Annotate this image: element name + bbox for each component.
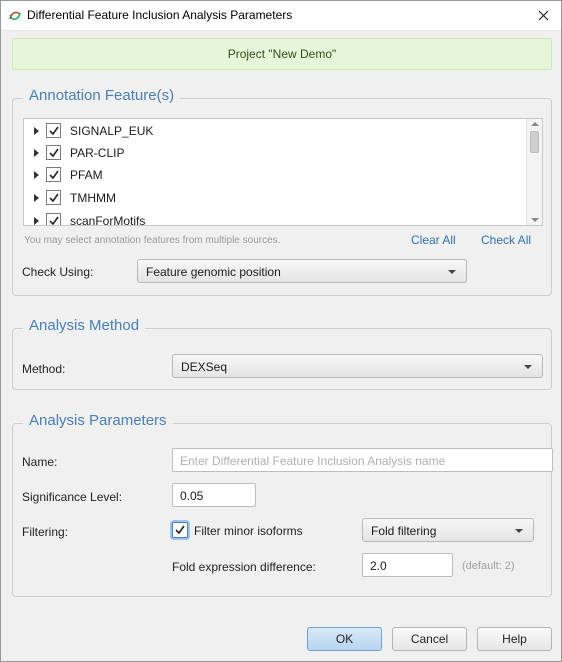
expand-arrow-icon[interactable] <box>34 127 39 135</box>
feature-label: TMHMM <box>70 191 116 205</box>
scroll-up-icon[interactable] <box>531 122 539 126</box>
checkmark-icon <box>175 525 185 535</box>
filter-minor-isoforms-checkbox[interactable] <box>172 522 188 538</box>
method-label: Method: <box>22 362 66 376</box>
fold-expression-default: (default: 2) <box>462 560 515 572</box>
analysis-parameters-section: Analysis Parameters Name: Enter Differen… <box>12 412 553 597</box>
significance-level-input[interactable]: 0.05 <box>172 483 256 507</box>
tree-scrollbar[interactable] <box>526 119 542 225</box>
expand-arrow-icon[interactable] <box>34 194 39 202</box>
feature-checkbox[interactable] <box>46 213 61 225</box>
expand-arrow-icon[interactable] <box>34 217 39 225</box>
annotation-hint: You may select annotation features from … <box>24 235 281 246</box>
check-using-value: Feature genomic position <box>146 265 281 279</box>
analysis-name-placeholder: Enter Differential Feature Inclusion Ana… <box>180 454 446 468</box>
significance-level-label: Significance Level: <box>22 490 123 504</box>
significance-level-value: 0.05 <box>180 489 204 503</box>
fold-filtering-value: Fold filtering <box>371 524 437 538</box>
method-value: DEXSeq <box>181 360 228 374</box>
fold-expression-input[interactable]: 2.0 <box>362 553 453 577</box>
tree-item[interactable]: TMHMM <box>24 187 526 209</box>
chevron-down-icon <box>448 270 456 274</box>
ok-button[interactable]: OK <box>307 627 382 651</box>
chevron-down-icon <box>524 365 532 369</box>
filtering-label: Filtering: <box>22 525 69 539</box>
feature-checkbox[interactable] <box>46 190 61 205</box>
analysis-name-input[interactable]: Enter Differential Feature Inclusion Ana… <box>172 448 553 472</box>
analysis-method-section: Analysis Method Method: DEXSeq <box>12 317 552 390</box>
close-icon <box>538 10 548 20</box>
fold-filtering-select[interactable]: Fold filtering <box>362 518 534 542</box>
checkmark-icon <box>49 126 59 136</box>
app-logo-icon <box>9 11 21 21</box>
project-banner: Project "New Demo" <box>12 38 552 70</box>
analysis-method-legend: Analysis Method <box>23 317 146 334</box>
feature-checkbox[interactable] <box>46 123 61 138</box>
name-label: Name: <box>22 455 58 469</box>
checkmark-icon <box>49 216 59 225</box>
window-title: Differential Feature Inclusion Analysis … <box>27 8 293 22</box>
checkmark-icon <box>49 170 59 180</box>
tree-item[interactable]: SIGNALP_EUK <box>24 120 526 142</box>
feature-checkbox[interactable] <box>46 145 61 160</box>
check-using-label: Check Using: <box>22 265 94 279</box>
method-select[interactable]: DEXSeq <box>172 354 543 378</box>
expand-arrow-icon[interactable] <box>34 171 39 179</box>
check-all-link[interactable]: Check All <box>481 233 531 247</box>
help-button[interactable]: Help <box>477 627 552 651</box>
annotation-feature-tree[interactable]: SIGNALP_EUK PAR-CLIP PFAM TMHMM scanForM… <box>23 118 543 226</box>
checkmark-icon <box>49 193 59 203</box>
feature-label: PAR-CLIP <box>70 146 125 160</box>
scroll-down-icon[interactable] <box>531 218 539 222</box>
scrollbar-thumb[interactable] <box>530 131 539 153</box>
filter-minor-isoforms-label[interactable]: Filter minor isoforms <box>194 524 303 538</box>
expand-arrow-icon[interactable] <box>34 149 39 157</box>
checkmark-icon <box>49 148 59 158</box>
chevron-down-icon <box>515 529 523 533</box>
close-button[interactable] <box>529 3 557 27</box>
tree-item[interactable]: scanForMotifs <box>24 210 526 226</box>
annotation-features-legend: Annotation Feature(s) <box>23 87 181 104</box>
annotation-features-section: Annotation Feature(s) SIGNALP_EUK PAR-CL… <box>12 87 552 296</box>
fold-expression-label: Fold expression difference: <box>172 560 316 574</box>
tree-item[interactable]: PFAM <box>24 164 526 186</box>
cancel-button[interactable]: Cancel <box>392 627 467 651</box>
clear-all-link[interactable]: Clear All <box>411 233 456 247</box>
title-bar: Differential Feature Inclusion Analysis … <box>1 1 561 31</box>
feature-label: SIGNALP_EUK <box>70 124 154 138</box>
feature-label: PFAM <box>70 168 103 182</box>
feature-checkbox[interactable] <box>46 167 61 182</box>
tree-item[interactable]: PAR-CLIP <box>24 142 526 164</box>
analysis-parameters-legend: Analysis Parameters <box>23 412 173 429</box>
check-using-select[interactable]: Feature genomic position <box>137 259 467 283</box>
fold-expression-value: 2.0 <box>370 559 387 573</box>
feature-label: scanForMotifs <box>70 214 146 226</box>
